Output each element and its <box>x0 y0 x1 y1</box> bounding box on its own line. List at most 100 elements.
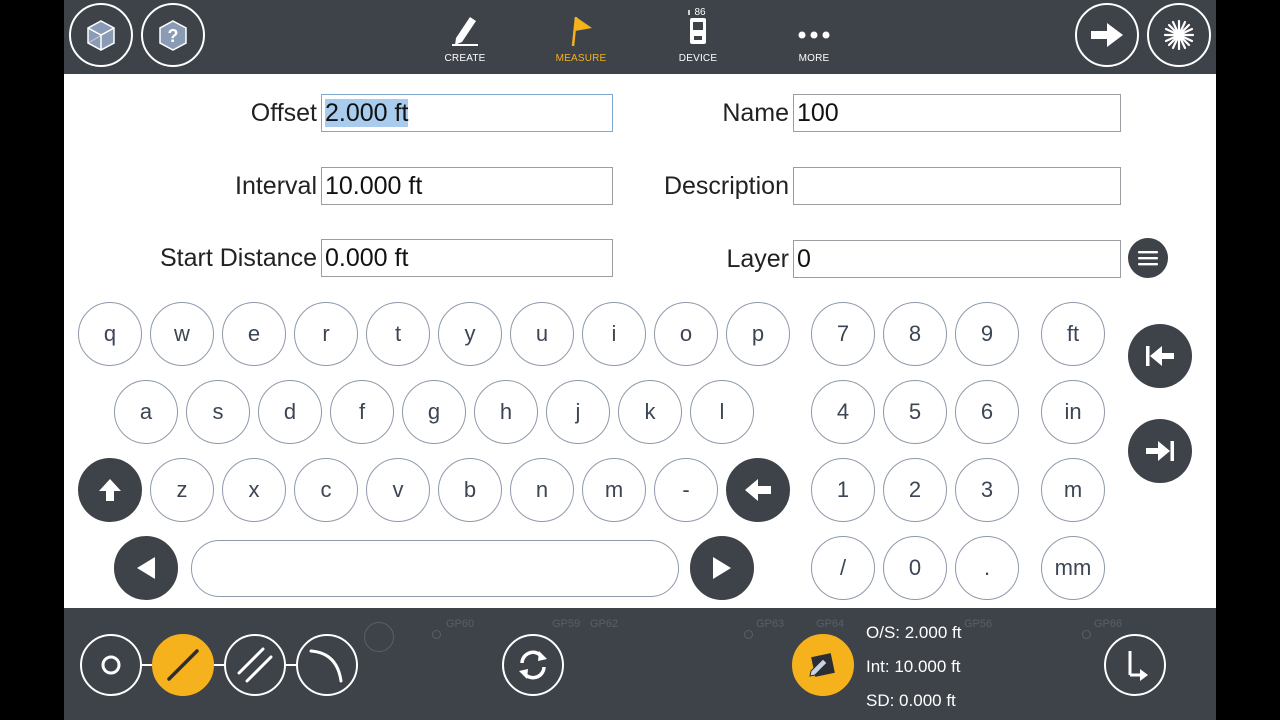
key-e[interactable]: e <box>222 302 286 366</box>
layer-input[interactable]: 0 <box>793 240 1121 278</box>
corner-offset-button[interactable] <box>1104 634 1166 696</box>
key-i[interactable]: i <box>582 302 646 366</box>
map-label-gp60: GP60 <box>446 618 475 630</box>
numpad-key-7[interactable]: 7 <box>811 302 875 366</box>
backspace-arrow-icon <box>745 479 771 501</box>
nav-create[interactable]: CREATE <box>420 6 510 70</box>
name-input[interactable]: 100 <box>793 94 1121 132</box>
line-icon <box>167 649 199 681</box>
interval-label: Interval <box>235 172 317 200</box>
key-s[interactable]: s <box>186 380 250 444</box>
key-l[interactable]: l <box>690 380 754 444</box>
backspace-key[interactable] <box>726 458 790 522</box>
refresh-button[interactable] <box>502 634 564 696</box>
numpad-key-dot[interactable]: . <box>955 536 1019 600</box>
skip-previous-icon <box>1146 346 1174 366</box>
map-label-gp59: GP59 <box>552 618 581 630</box>
numpad-key-3[interactable]: 3 <box>955 458 1019 522</box>
key-o[interactable]: o <box>654 302 718 366</box>
map-label-gp62: GP62 <box>590 618 619 630</box>
tool-connector <box>214 664 224 666</box>
key-z[interactable]: z <box>150 458 214 522</box>
arc-tool-button[interactable] <box>296 634 358 696</box>
app-window: ? CREATE MEASURE 86 DEVICE MORE Offset 2… <box>64 0 1216 720</box>
numpad-key-0[interactable]: 0 <box>883 536 947 600</box>
list-icon <box>1138 251 1158 266</box>
key-m[interactable]: m <box>582 458 646 522</box>
flag-icon <box>571 16 592 47</box>
nav-measure-label: MEASURE <box>555 53 607 64</box>
top-toolbar: ? CREATE MEASURE 86 DEVICE MORE <box>64 0 1216 74</box>
offset-label: Offset <box>250 99 317 127</box>
key-b[interactable]: b <box>438 458 502 522</box>
numpad-key-1[interactable]: 1 <box>811 458 875 522</box>
offset-input[interactable]: 2.000 ft <box>321 94 613 132</box>
numpad-key-8[interactable]: 8 <box>883 302 947 366</box>
numpad-key-9[interactable]: 9 <box>955 302 1019 366</box>
status-interval: Int: 10.000 ft <box>866 657 961 676</box>
key-f[interactable]: f <box>330 380 394 444</box>
key-r[interactable]: r <box>294 302 358 366</box>
key-k[interactable]: k <box>618 380 682 444</box>
numpad-key-mm[interactable]: mm <box>1041 536 1105 600</box>
next-button[interactable] <box>1075 3 1139 67</box>
layer-list-button[interactable] <box>1128 238 1168 278</box>
start-distance-input[interactable]: 0.000 ft <box>321 239 613 277</box>
point-tool-button[interactable] <box>80 634 142 696</box>
stakeout-notes-button[interactable] <box>792 634 854 696</box>
parallel-line-tool-button[interactable] <box>224 634 286 696</box>
key-p[interactable]: p <box>726 302 790 366</box>
tool-connector <box>142 664 152 666</box>
map-label-gp64: GP64 <box>816 618 845 630</box>
triangle-right-icon <box>713 557 731 579</box>
key-x[interactable]: x <box>222 458 286 522</box>
nav-measure[interactable]: MEASURE <box>536 6 626 70</box>
description-input[interactable] <box>793 167 1121 205</box>
map-point <box>744 630 753 639</box>
status-start-distance: SD: 0.000 ft <box>866 691 956 710</box>
numpad-key-in[interactable]: in <box>1041 380 1105 444</box>
key-v[interactable]: v <box>366 458 430 522</box>
numpad-key-ft[interactable]: ft <box>1041 302 1105 366</box>
description-label: Description <box>663 172 789 200</box>
key-n[interactable]: n <box>510 458 574 522</box>
map-label-gp63: GP63 <box>756 618 785 630</box>
start-distance-label: Start Distance <box>159 244 317 272</box>
numpad-key-4[interactable]: 4 <box>811 380 875 444</box>
key-d[interactable]: d <box>258 380 322 444</box>
key-u[interactable]: u <box>510 302 574 366</box>
key-q[interactable]: q <box>78 302 142 366</box>
cube-view-button[interactable] <box>69 3 133 67</box>
key-y[interactable]: y <box>438 302 502 366</box>
next-field-button[interactable] <box>1128 419 1192 483</box>
notepad-pencil-icon <box>809 653 835 677</box>
space-bar[interactable] <box>191 540 679 597</box>
name-label: Name <box>722 99 789 127</box>
key-c[interactable]: c <box>294 458 358 522</box>
pencil-icon <box>452 17 478 46</box>
cursor-left-key[interactable] <box>114 536 178 600</box>
key-dash[interactable]: - <box>654 458 718 522</box>
key-w[interactable]: w <box>150 302 214 366</box>
numpad-key-slash[interactable]: / <box>811 536 875 600</box>
interval-input[interactable]: 10.000 ft <box>321 167 613 205</box>
numpad-key-6[interactable]: 6 <box>955 380 1019 444</box>
nav-more[interactable]: MORE <box>769 6 859 70</box>
numpad-key-5[interactable]: 5 <box>883 380 947 444</box>
key-g[interactable]: g <box>402 380 466 444</box>
previous-field-button[interactable] <box>1128 324 1192 388</box>
line-tool-button[interactable] <box>152 634 214 696</box>
map-label-gp66: GP66 <box>1094 618 1123 630</box>
help-button[interactable]: ? <box>141 3 205 67</box>
key-h[interactable]: h <box>474 380 538 444</box>
key-t[interactable]: t <box>366 302 430 366</box>
key-j[interactable]: j <box>546 380 610 444</box>
numpad-key-2[interactable]: 2 <box>883 458 947 522</box>
laser-button[interactable] <box>1147 3 1211 67</box>
cursor-right-key[interactable] <box>690 536 754 600</box>
shift-key[interactable] <box>78 458 142 522</box>
key-a[interactable]: a <box>114 380 178 444</box>
numpad-key-m[interactable]: m <box>1041 458 1105 522</box>
nav-device[interactable]: 86 DEVICE <box>653 6 743 70</box>
starburst-icon <box>1163 19 1195 51</box>
